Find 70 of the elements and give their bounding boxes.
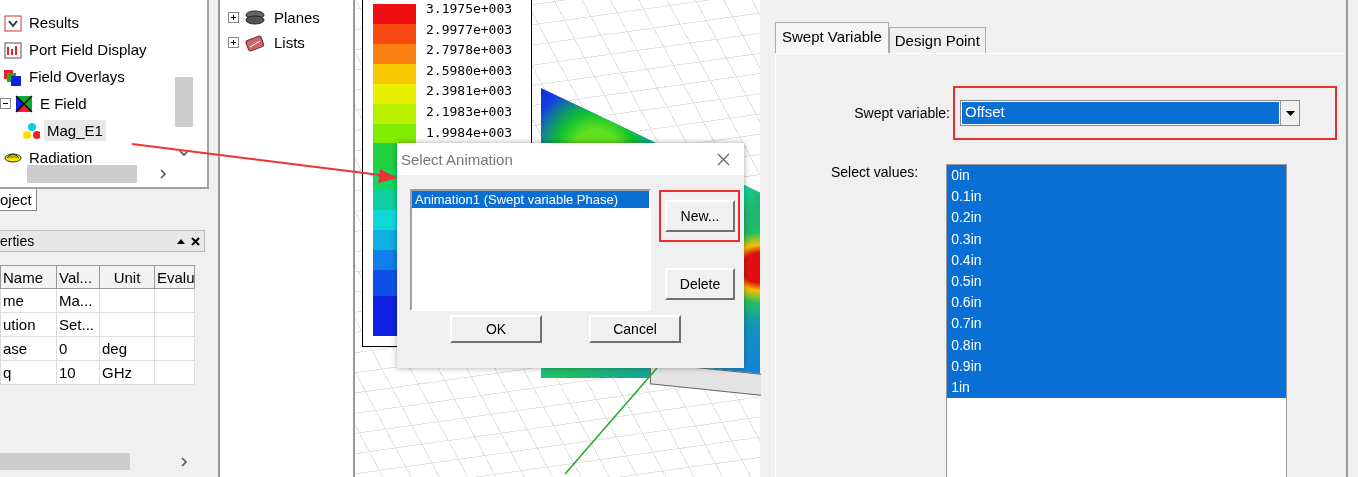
- list-item[interactable]: 0.4in: [947, 249, 1287, 271]
- scroll-down-icon: [178, 148, 190, 158]
- tree-item[interactable]: Mag_E1: [44, 120, 106, 141]
- legend-value: 3.1975e+003: [426, 0, 513, 18]
- planes-icon: [245, 8, 265, 27]
- tree-item[interactable]: Radiation: [26, 147, 96, 168]
- legend-value: 2.1983e+003: [426, 102, 513, 121]
- legend-value: 2.5980e+003: [426, 61, 513, 80]
- dialog-title: Select Animation: [401, 150, 513, 168]
- table-cell: Set...: [56, 312, 100, 337]
- table-cell: ase: [0, 336, 57, 361]
- list-item[interactable]: 0.9in: [947, 355, 1287, 377]
- table-cell: 10: [56, 360, 100, 385]
- scroll-right-icon: [158, 168, 168, 180]
- column-header[interactable]: Evalu: [154, 265, 195, 289]
- table-cell: q: [0, 360, 57, 385]
- field-label: Swept variable:: [853, 105, 950, 121]
- tree-item[interactable]: Field Overlays: [26, 66, 128, 87]
- circles-icon: [22, 121, 40, 140]
- legend-value: 1.9984e+003: [426, 123, 513, 142]
- list-item[interactable]: 0in: [947, 165, 1287, 187]
- tab[interactable]: Swept Variable: [775, 22, 889, 53]
- list-item[interactable]: Animation1 (Swept variable Phase): [412, 191, 649, 208]
- field-icon: [15, 94, 33, 113]
- legend-value: 2.3981e+003: [426, 82, 513, 101]
- tree-item[interactable]: Results: [26, 12, 83, 33]
- legend-value: 2.9977e+003: [426, 20, 513, 39]
- table-cell: Ma...: [56, 288, 100, 313]
- table-cell: me: [0, 288, 57, 313]
- list-item[interactable]: 0.7in: [947, 313, 1287, 335]
- panel-tab[interactable]: oject: [0, 189, 37, 211]
- close-icon: [191, 236, 200, 246]
- scroll-right-icon: [179, 456, 189, 468]
- list-item[interactable]: 0.1in: [947, 186, 1287, 208]
- table-cell: ution: [0, 312, 57, 337]
- list-item[interactable]: 0.5in: [947, 270, 1287, 293]
- field-label: Select values:: [831, 164, 919, 180]
- tree-item[interactable]: E Field: [37, 93, 90, 114]
- tree-item[interactable]: Port Field Display: [26, 39, 150, 60]
- legend-value: 2.7978e+003: [426, 41, 513, 60]
- dropdown-arrow-icon: [1285, 110, 1295, 116]
- chart-icon: [4, 40, 22, 59]
- tree-item[interactable]: Planes: [271, 7, 323, 28]
- list-item[interactable]: 0.8in: [947, 334, 1287, 356]
- layers-icon: [4, 67, 22, 86]
- table-cell: GHz: [99, 360, 155, 385]
- scrollbar-thumb[interactable]: [0, 453, 130, 470]
- swept-variable-dropdown[interactable]: Offset: [960, 100, 1300, 126]
- list-item[interactable]: 0.3in: [947, 228, 1287, 250]
- list-item[interactable]: 0.6in: [947, 292, 1287, 314]
- tree-item[interactable]: Lists: [271, 32, 308, 53]
- list-icon: [245, 33, 265, 52]
- new-button[interactable]: New...: [665, 200, 735, 232]
- delete-button[interactable]: Delete: [665, 268, 735, 300]
- cancel-button[interactable]: Cancel: [589, 315, 681, 343]
- scrollbar-thumb[interactable]: [27, 165, 137, 183]
- column-header[interactable]: Name: [0, 265, 57, 289]
- close-icon: [717, 152, 730, 166]
- ok-button[interactable]: OK: [450, 315, 542, 343]
- triangle-up-icon: [177, 238, 185, 244]
- list-item[interactable]: 0.2in: [947, 207, 1287, 229]
- results-icon: [4, 13, 22, 32]
- list-item[interactable]: 1in: [947, 376, 1287, 399]
- scrollbar-thumb[interactable]: [175, 77, 193, 127]
- tab[interactable]: Design Point: [888, 27, 986, 53]
- column-header[interactable]: Val...: [56, 265, 100, 289]
- panel-title: erties: [0, 233, 36, 249]
- table-cell: 0: [56, 336, 100, 361]
- table-cell: deg: [99, 336, 155, 361]
- column-header[interactable]: Unit: [99, 265, 155, 289]
